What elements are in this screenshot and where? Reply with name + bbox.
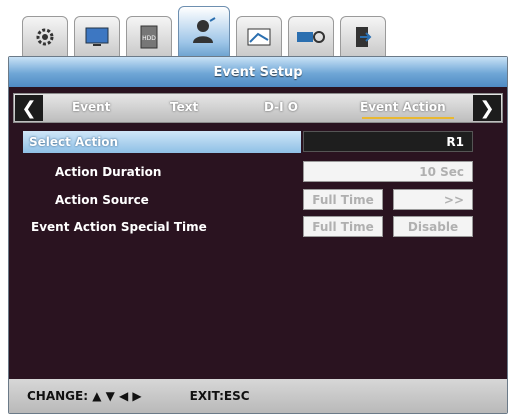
tab-event[interactable] [178, 6, 230, 58]
exit-door-icon [356, 27, 372, 47]
special-time-status-value[interactable]: Disable [393, 216, 473, 237]
action-duration-value[interactable]: 10 Sec [303, 161, 473, 182]
hdd-icon: HDD [140, 25, 158, 49]
window-title-bar: Event Setup [9, 57, 507, 87]
action-duration-label: Action Duration [55, 165, 162, 179]
gear-icon [36, 28, 54, 46]
display-settings-icon [247, 28, 271, 46]
select-action-value[interactable]: R1 [303, 131, 473, 152]
svg-text:HDD: HDD [142, 35, 156, 42]
action-source-time-value[interactable]: Full Time [303, 189, 383, 210]
subtab-event-action[interactable]: Event Action [360, 100, 446, 114]
action-source-label: Action Source [55, 193, 149, 207]
select-action-label: Select Action [29, 135, 119, 149]
select-action-row-highlight[interactable]: Select Action [23, 131, 301, 153]
user-icon [193, 17, 216, 43]
subtab-dio[interactable]: D-I O [264, 100, 298, 114]
monitor-icon [85, 27, 109, 46]
tab-exit[interactable] [340, 16, 386, 58]
subtab-bar: ❮ Event Text D-I O Event Action ❯ [13, 93, 503, 123]
active-subtab-underline [362, 117, 454, 119]
prev-tab-arrow-icon[interactable]: ❮ [15, 95, 43, 121]
change-hint: CHANGE: ▲ ▼ ◀ ▶ [27, 389, 142, 403]
tab-network[interactable] [288, 16, 334, 58]
tab-system[interactable] [236, 16, 282, 58]
subtab-event[interactable]: Event [72, 100, 110, 114]
action-source-more-button[interactable]: >> [393, 189, 473, 210]
top-tab-bar: HDD [22, 6, 442, 58]
tab-settings[interactable] [22, 16, 68, 58]
event-setup-window: Event Setup ❮ Event Text D-I O Event Act… [8, 56, 508, 414]
subtab-text[interactable]: Text [170, 100, 198, 114]
window-title: Event Setup [213, 64, 303, 80]
tab-storage[interactable]: HDD [126, 16, 172, 58]
next-tab-arrow-icon[interactable]: ❯ [473, 95, 501, 121]
network-icon [297, 31, 325, 43]
special-time-range-value[interactable]: Full Time [303, 216, 383, 237]
special-time-label: Event Action Special Time [31, 220, 207, 234]
tab-display[interactable] [74, 16, 120, 58]
exit-hint: EXIT:ESC [189, 389, 250, 403]
footer-bar: CHANGE: ▲ ▼ ◀ ▶ EXIT:ESC [9, 379, 507, 413]
